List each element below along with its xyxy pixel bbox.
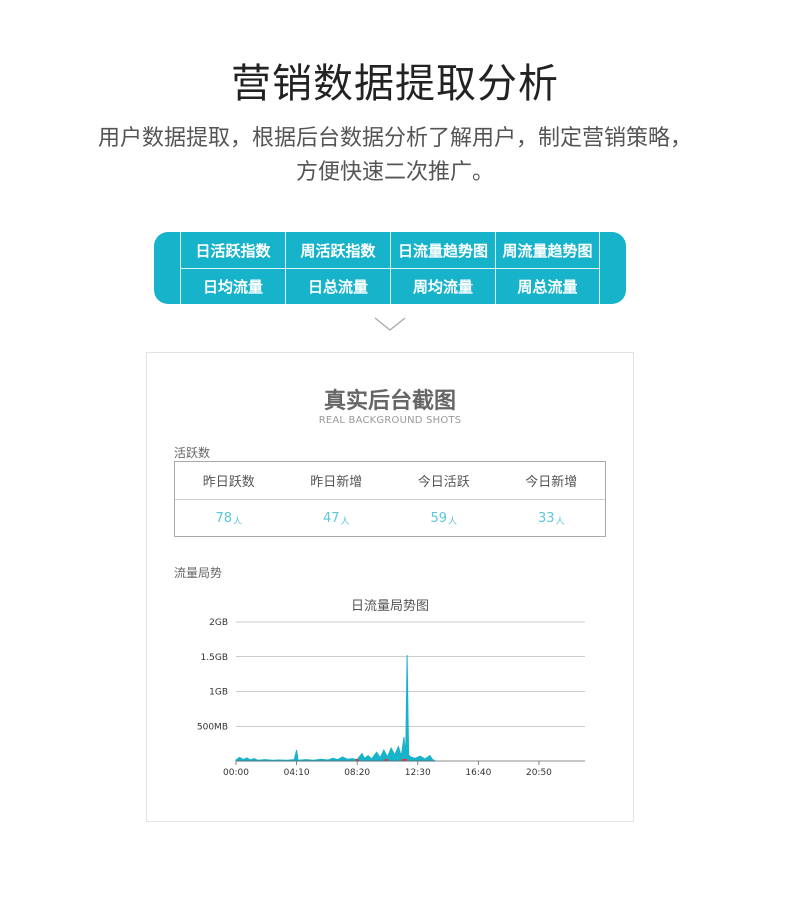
y-tick-label: 500MB xyxy=(197,722,228,732)
unit-label: 人 xyxy=(555,516,565,527)
traffic-area xyxy=(235,655,436,762)
y-tick-label: 1.5GB xyxy=(201,653,228,663)
column-header: 今日新增 xyxy=(525,475,578,490)
active-section-label: 活跃数 xyxy=(174,446,211,460)
feature-weekly-active-index: 周活跃指数 xyxy=(285,232,390,268)
chart-series xyxy=(235,655,436,762)
chart-grid xyxy=(236,621,585,727)
x-tick-label: 08:20 xyxy=(344,768,370,778)
feature-weekly-average-traffic: 周均流量 xyxy=(390,268,495,304)
screenshot-panel: 真实后台截图 REAL BACKGROUND SHOTS 活跃数 昨日跃数 昨日… xyxy=(146,352,634,822)
column-header: 今日活跃 xyxy=(417,475,470,490)
feature-daily-average-traffic: 日均流量 xyxy=(180,268,285,304)
panel-subtitle: REAL BACKGROUND SHOTS xyxy=(318,415,462,426)
stats-value-row: 78 人 47 人 59 人 33 人 xyxy=(175,500,605,537)
feature-daily-active-index: 日活跃指数 xyxy=(180,232,285,268)
stat-value-yesterday-active: 78 人 xyxy=(215,511,243,527)
feature-banner: 日活跃指数 周活跃指数 日流量趋势图 周流量趋势图 日均流量 日总流量 周均流量… xyxy=(154,232,626,304)
traffic-chart: 500MB 1GB 1.5GB 2GB 00:00 04:10 08:20 12:30 16:4… xyxy=(197,618,585,778)
unit-label: 人 xyxy=(340,516,350,527)
x-tick-label: 00:00 xyxy=(223,768,249,778)
x-tick-label: 04:10 xyxy=(284,768,310,778)
stat-value-today-new: 33 人 xyxy=(537,511,565,527)
column-header: 昨日跃数 xyxy=(202,475,255,490)
stats-header-row: 昨日跃数 昨日新增 今日活跃 今日新增 xyxy=(175,462,605,500)
stat-value-today-active: 59 人 xyxy=(430,511,458,527)
feature-daily-total-traffic: 日总流量 xyxy=(285,268,390,304)
feature-weekly-total-traffic: 周总流量 xyxy=(495,268,600,304)
active-stats-table: 昨日跃数 昨日新增 今日活跃 今日新增 78 人 47 人 59 人 33 人 xyxy=(174,461,606,537)
panel-title: 真实后台截图 xyxy=(323,389,456,414)
y-tick-label: 2GB xyxy=(209,618,228,628)
x-tick-label: 16:40 xyxy=(465,768,491,778)
feature-daily-traffic-trend: 日流量趋势图 xyxy=(390,232,495,268)
unit-label: 人 xyxy=(448,516,458,527)
feature-weekly-traffic-trend: 周流量趋势图 xyxy=(495,232,600,268)
feature-grid: 日活跃指数 周活跃指数 日流量趋势图 周流量趋势图 日均流量 日总流量 周均流量… xyxy=(180,232,600,304)
page-title: 营销数据提取分析 xyxy=(231,61,559,107)
y-tick-label: 1GB xyxy=(209,688,228,698)
traffic-section-label: 流量局势 xyxy=(174,566,223,580)
page-description: 用户数据提取，根据后台数据分析了解用户，制定营销策略，方便快速二次推广。 xyxy=(97,126,692,185)
x-tick-label: 20:50 xyxy=(526,768,552,778)
chevron-down-icon xyxy=(374,317,406,331)
stat-value-yesterday-new: 47 人 xyxy=(322,511,350,527)
unit-label: 人 xyxy=(233,516,243,527)
column-header: 昨日新增 xyxy=(310,475,363,490)
x-tick-label: 12:30 xyxy=(405,768,431,778)
